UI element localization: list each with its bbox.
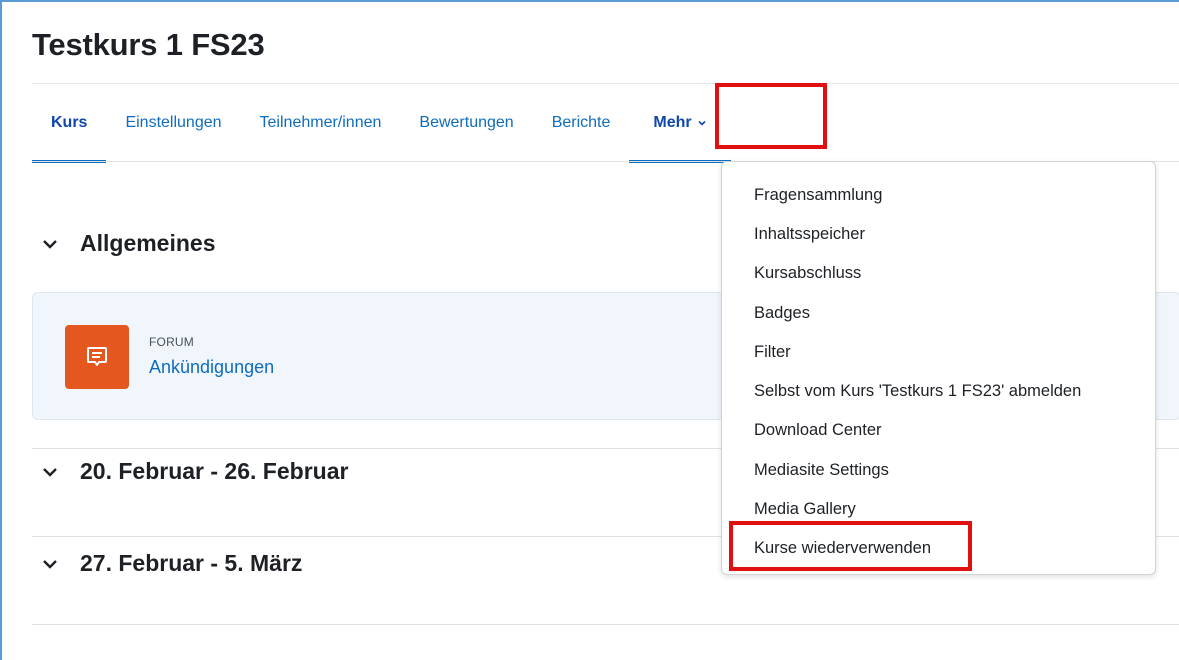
chevron-down-icon — [43, 467, 57, 477]
menu-item-media-gallery[interactable]: Media Gallery — [754, 500, 856, 519]
section-header-week-2[interactable]: 27. Februar - 5. März — [42, 550, 302, 577]
menu-item-fragensammlung[interactable]: Fragensammlung — [754, 186, 882, 205]
tab-bewertungen[interactable]: Bewertungen — [400, 84, 532, 162]
section-header-allgemeines[interactable]: Allgemeines — [42, 230, 216, 257]
activity-link[interactable]: Ankündigungen — [149, 357, 274, 378]
more-dropdown-menu: Fragensammlung Inhaltsspeicher Kursabsch… — [721, 161, 1156, 575]
tab-einstellungen[interactable]: Einstellungen — [106, 84, 240, 162]
course-nav-tabs: Kurs Einstellungen Teilnehmer/innen Bewe… — [32, 84, 731, 163]
tab-label: Teilnehmer/innen — [259, 114, 382, 131]
menu-item-inhaltsspeicher[interactable]: Inhaltsspeicher — [754, 225, 865, 244]
section-divider — [32, 624, 1179, 625]
forum-icon — [65, 325, 129, 389]
section-title: Allgemeines — [80, 230, 216, 256]
section-header-week-1[interactable]: 20. Februar - 26. Februar — [42, 458, 348, 485]
tab-label: Mehr — [653, 114, 692, 131]
menu-item-kursabschluss[interactable]: Kursabschluss — [754, 264, 861, 283]
tab-kurs[interactable]: Kurs — [32, 84, 107, 163]
tab-teilnehmer[interactable]: Teilnehmer/innen — [241, 84, 401, 162]
page-frame: Testkurs 1 FS23 Kurs Einstellungen Teiln… — [0, 0, 1179, 660]
tab-label: Bewertungen — [419, 114, 514, 131]
menu-item-download-center[interactable]: Download Center — [754, 421, 882, 440]
menu-item-abmelden[interactable]: Selbst vom Kurs 'Testkurs 1 FS23' abmeld… — [754, 382, 1081, 401]
tab-label: Einstellungen — [125, 114, 222, 131]
page-title: Testkurs 1 FS23 — [32, 27, 265, 62]
section-title: 27. Februar - 5. März — [80, 550, 303, 576]
tab-label: Berichte — [551, 114, 611, 131]
tab-label: Kurs — [51, 114, 88, 131]
menu-item-filter[interactable]: Filter — [754, 343, 791, 362]
activity-type: FORUM — [149, 335, 194, 349]
section-title: 20. Februar - 26. Februar — [80, 458, 349, 484]
highlight-box-mehr — [715, 83, 827, 149]
menu-item-kurse-wiederverwenden[interactable]: Kurse wiederverwenden — [754, 539, 931, 558]
menu-item-mediasite-settings[interactable]: Mediasite Settings — [754, 461, 889, 480]
menu-item-badges[interactable]: Badges — [754, 304, 810, 323]
tab-berichte[interactable]: Berichte — [533, 84, 630, 162]
tab-mehr[interactable]: Mehr — [629, 84, 731, 163]
chevron-down-icon — [43, 559, 57, 569]
chevron-down-icon — [698, 120, 706, 126]
chevron-down-icon — [43, 239, 57, 249]
